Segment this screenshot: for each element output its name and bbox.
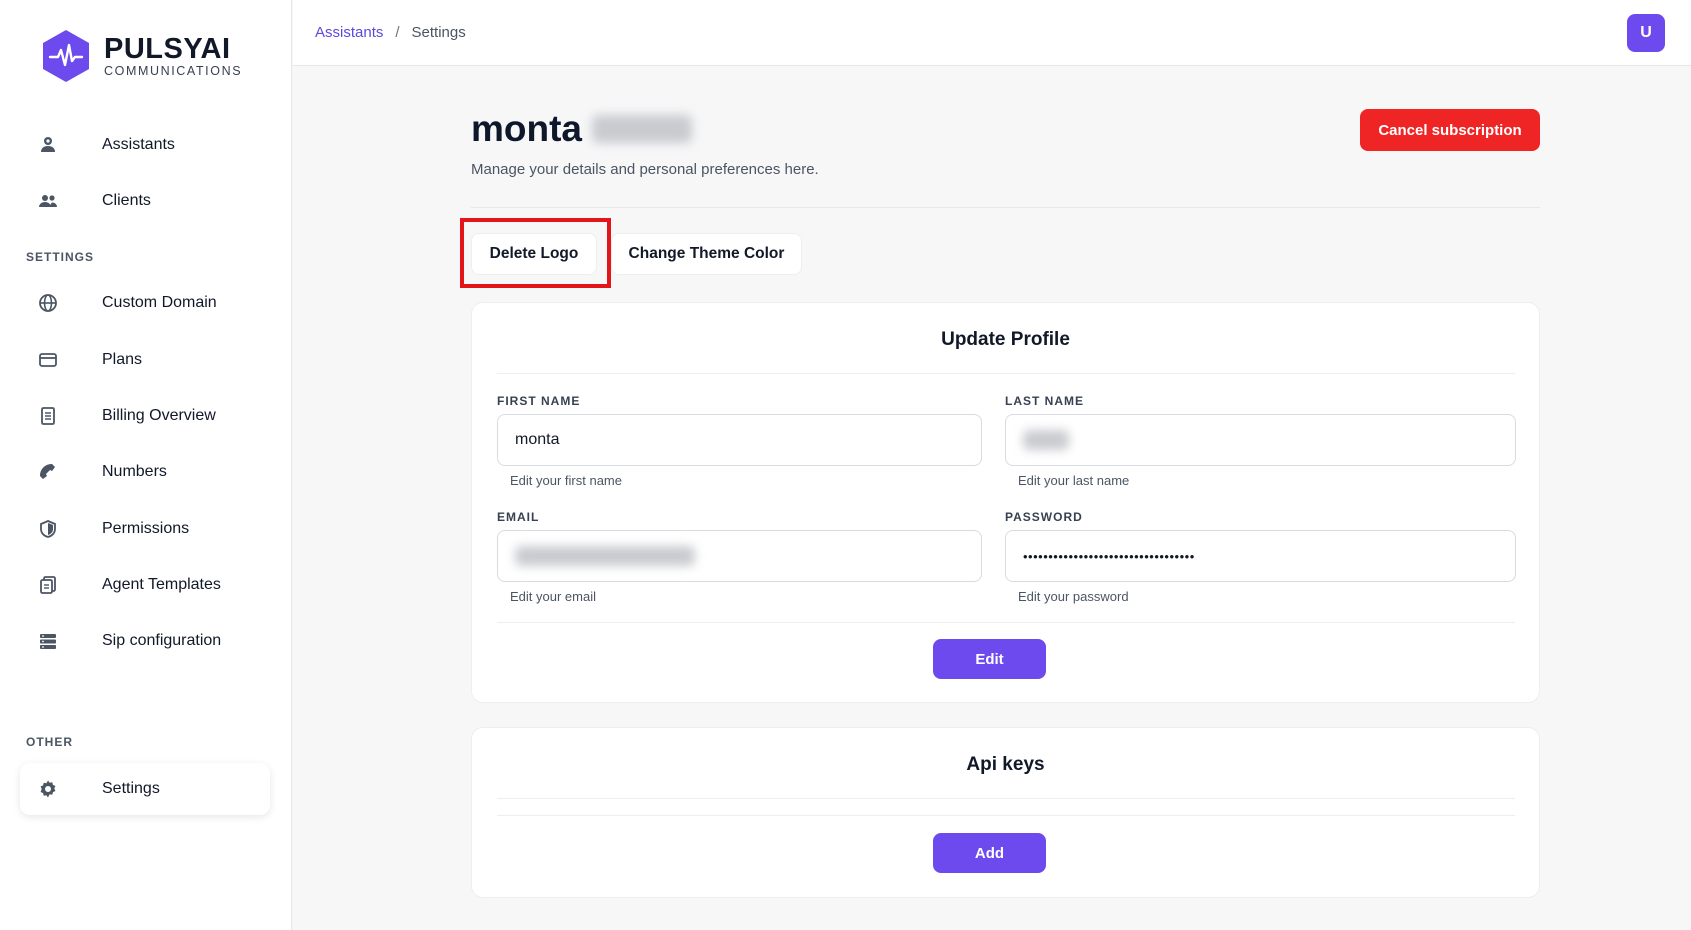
breadcrumb: Assistants / Settings [315,24,466,41]
section-label-settings: SETTINGS [26,250,95,264]
add-api-key-button[interactable]: Add [933,833,1046,873]
divider [497,815,1515,816]
password-field[interactable]: •••••••••••••••••••••••••••••••••• [1005,530,1516,582]
section-label-other: OTHER [26,735,73,749]
assistant-icon [41,137,55,152]
password-label: PASSWORD [1005,510,1083,524]
phone-icon [40,464,55,479]
update-profile-card: Update Profile FIRST NAME monta Edit you… [471,302,1540,703]
sidebar-item-label: Clients [102,192,151,209]
divider [497,798,1515,799]
divider [471,207,1540,208]
first-name-hint: Edit your first name [510,473,622,488]
sidebar-item-label: Permissions [102,520,190,537]
globe-icon [39,294,57,312]
email-field[interactable] [497,530,982,582]
blurred-last-name-value [1023,430,1069,450]
divider [497,622,1515,623]
breadcrumb-separator: / [395,24,400,41]
sidebar-item-plans[interactable]: Plans [20,336,270,384]
email-label: EMAIL [497,510,540,524]
highlight-box [460,218,611,288]
brand-name: PULSYAI [104,33,231,65]
avatar[interactable]: U [1627,14,1665,52]
blurred-last-name [592,115,692,143]
last-name-hint: Edit your last name [1018,473,1130,488]
shield-icon [40,520,56,538]
gear-icon [40,780,56,798]
divider [497,373,1515,374]
sidebar-item-label: Assistants [102,136,175,153]
document-icon [41,407,55,425]
last-name-field[interactable] [1005,414,1516,466]
update-profile-title: Update Profile [941,329,1070,350]
sidebar-item-clients[interactable]: Clients [20,177,270,225]
blurred-email-value [515,546,695,566]
sidebar: PULSYAI COMMUNICATIONS Assistants Client… [0,0,292,930]
breadcrumb-current: Settings [411,24,466,41]
sidebar-item-numbers[interactable]: Numbers [20,448,270,496]
api-keys-title: Api keys [966,754,1045,775]
first-name-field[interactable]: monta [497,414,982,466]
sidebar-item-agent-templates[interactable]: Agent Templates [20,561,270,609]
page-title-text: monta [471,108,582,149]
users-icon [39,195,57,207]
sidebar-item-sip-configuration[interactable]: Sip configuration [20,617,270,665]
sidebar-item-label: Settings [102,780,160,797]
sidebar-item-label: Billing Overview [102,407,216,424]
sidebar-item-billing-overview[interactable]: Billing Overview [20,392,270,440]
breadcrumb-link-assistants[interactable]: Assistants [315,24,383,41]
password-hint: Edit your password [1018,589,1129,604]
cancel-subscription-button[interactable]: Cancel subscription [1360,109,1540,151]
sidebar-item-label: Sip configuration [102,632,222,649]
email-hint: Edit your email [510,589,596,604]
sidebar-item-label: Agent Templates [102,576,221,593]
sidebar-item-custom-domain[interactable]: Custom Domain [20,279,270,327]
edit-button[interactable]: Edit [933,639,1046,679]
change-theme-color-button[interactable]: Change Theme Color [611,233,802,275]
server-icon [40,634,56,649]
first-name-label: FIRST NAME [497,394,581,408]
sidebar-item-settings[interactable]: Settings [20,763,270,815]
last-name-label: LAST NAME [1005,394,1084,408]
page-title: monta [471,108,692,150]
templates-icon [40,576,56,594]
sidebar-item-label: Custom Domain [102,294,217,311]
topbar: Assistants / Settings U [293,0,1691,66]
pulse-logo-icon [43,30,89,82]
credit-card-icon [39,353,57,367]
sidebar-item-permissions[interactable]: Permissions [20,505,270,553]
api-keys-card: Api keys Add [471,727,1540,898]
sidebar-item-label: Numbers [102,463,167,480]
page-subtitle: Manage your details and personal prefere… [471,161,819,178]
sidebar-item-assistants[interactable]: Assistants [20,121,270,169]
brand-subtitle: COMMUNICATIONS [104,64,243,78]
sidebar-item-label: Plans [102,351,143,368]
brand-logo[interactable]: PULSYAI COMMUNICATIONS [40,28,242,84]
